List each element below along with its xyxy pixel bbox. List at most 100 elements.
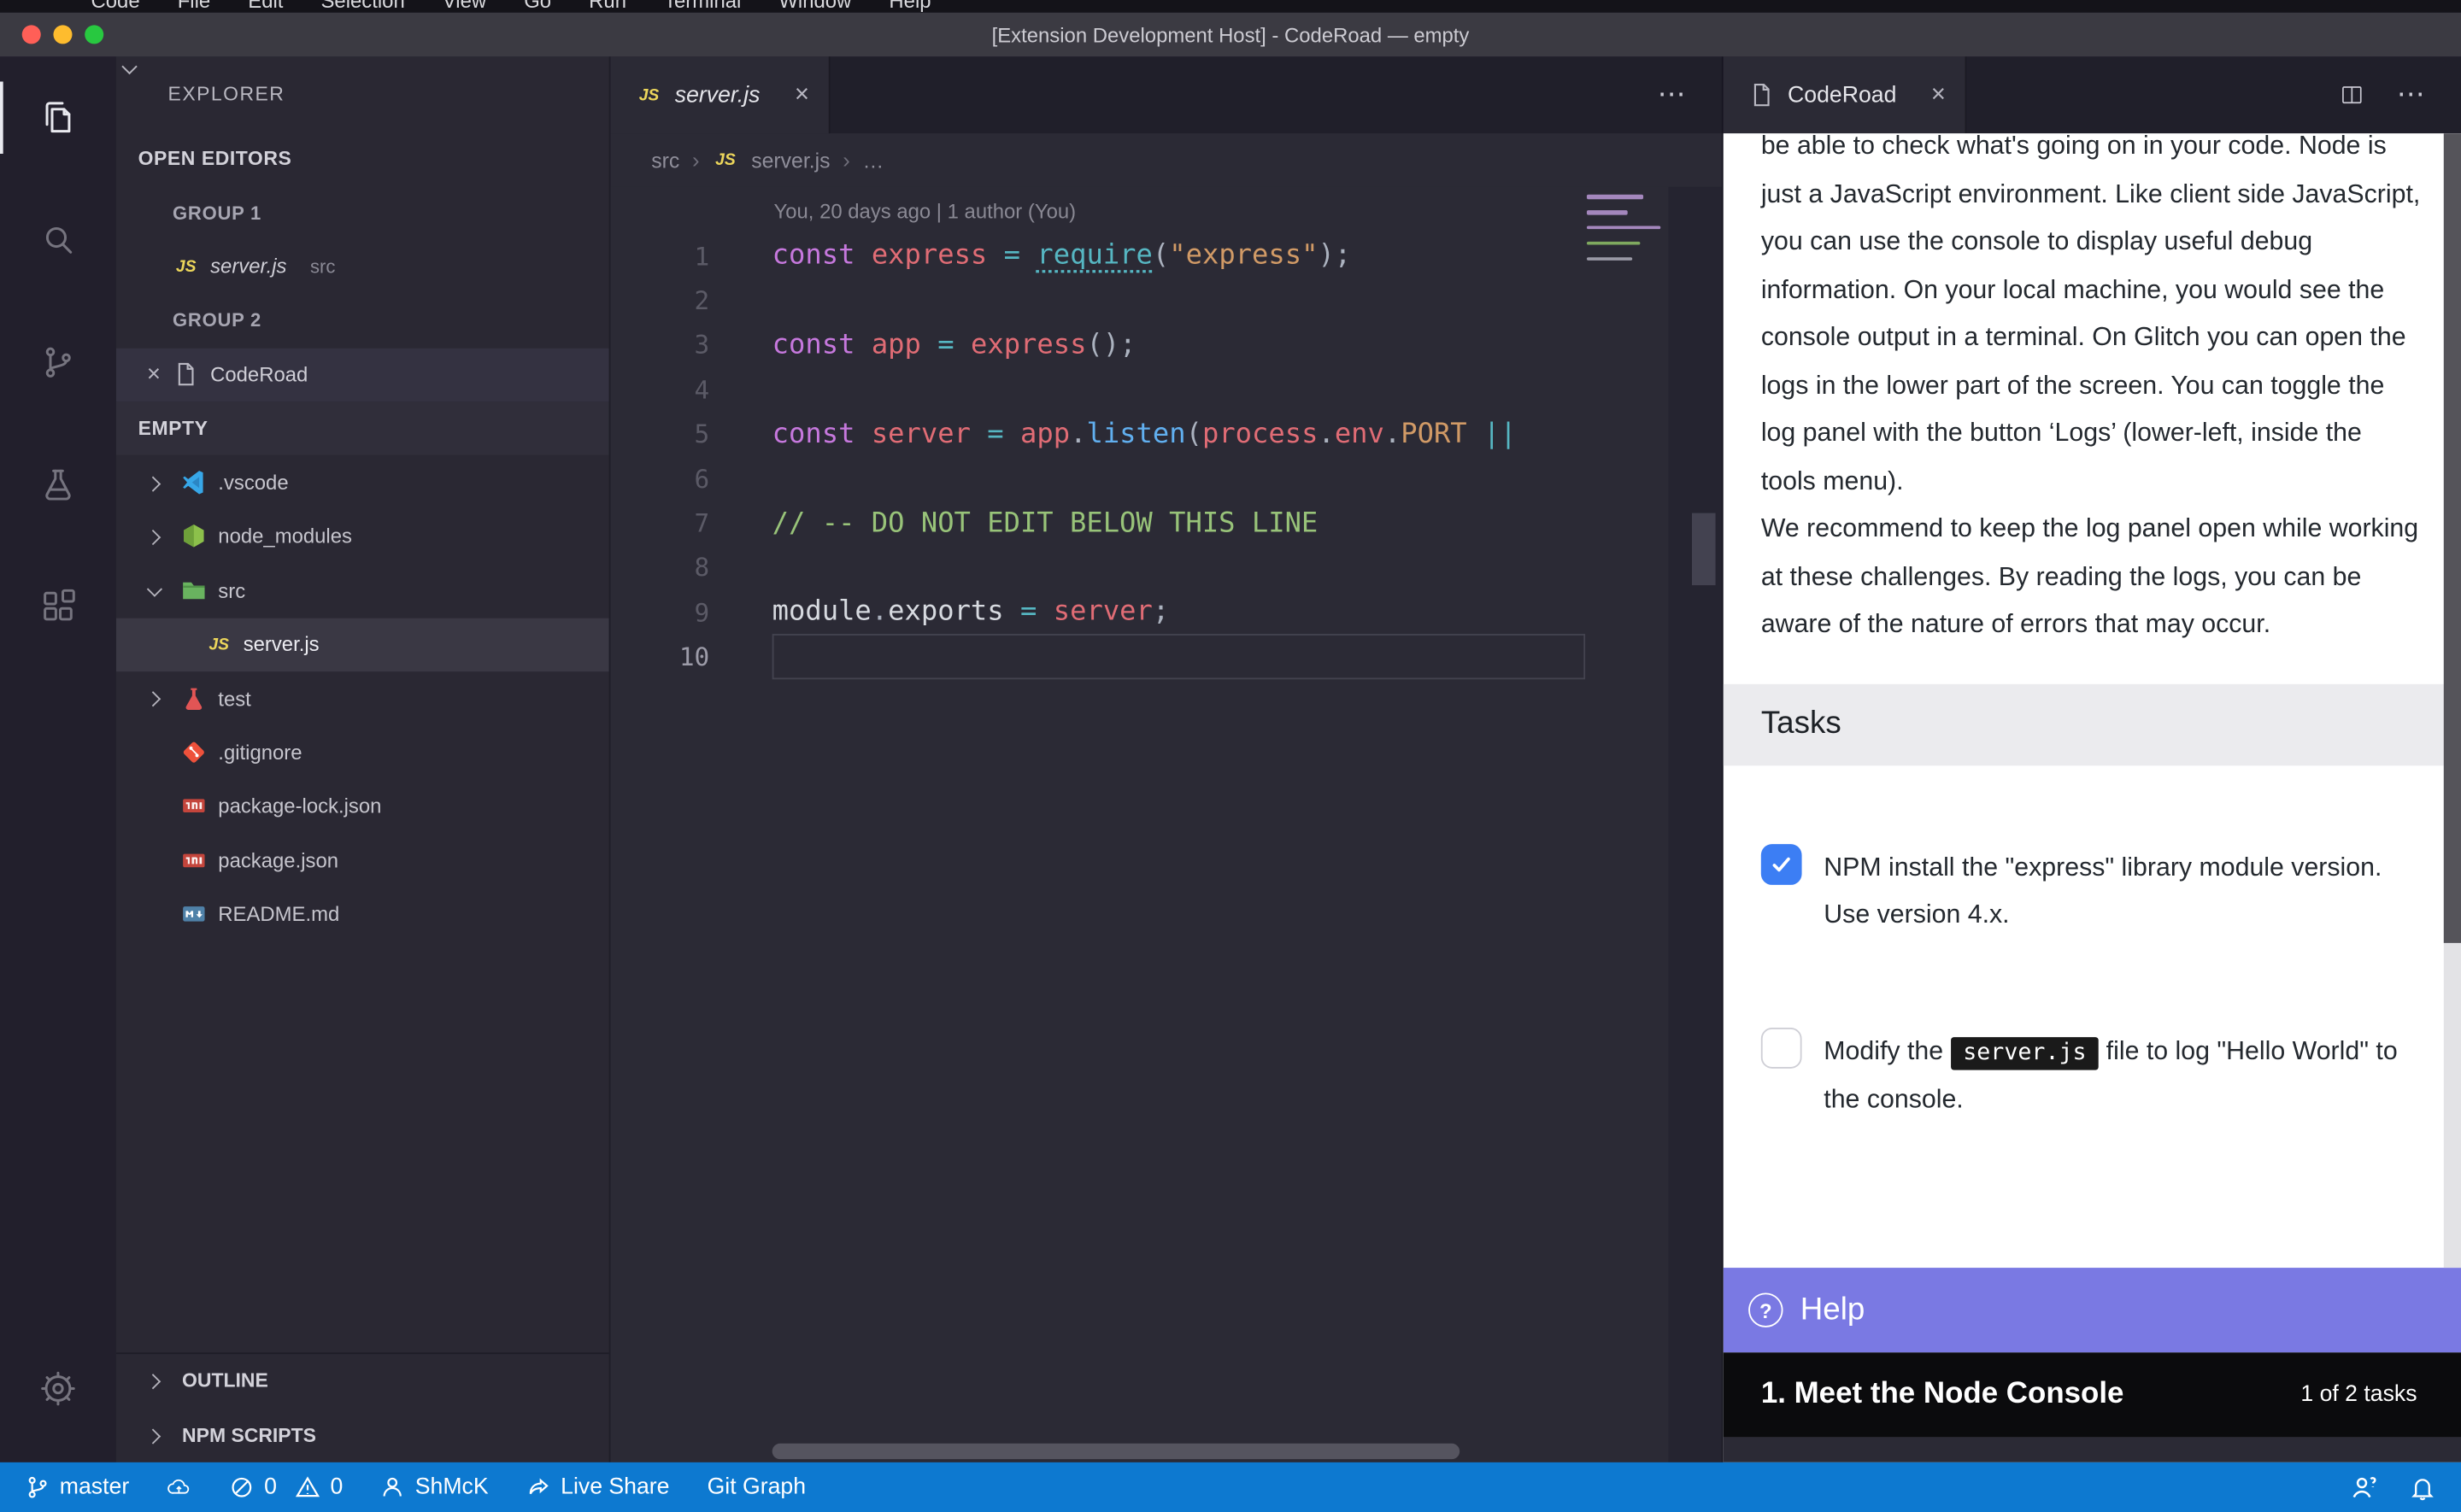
open-editor-item[interactable]: JSserver.jssrc bbox=[116, 240, 609, 294]
tree-item-.gitignore[interactable]: .gitignore bbox=[116, 725, 609, 779]
chevron-down-icon bbox=[122, 62, 135, 74]
code-line-6[interactable]: 6 bbox=[610, 456, 1721, 501]
code-line-7[interactable]: 7// -- DO NOT EDIT BELOW THIS LINE bbox=[610, 501, 1721, 546]
tab-server-js[interactable]: JS server.js × bbox=[610, 56, 829, 133]
menu-help[interactable]: Help bbox=[889, 0, 931, 13]
section-npm-scripts[interactable]: NPM SCRIPTS bbox=[116, 1409, 609, 1462]
close-icon[interactable]: × bbox=[795, 81, 809, 109]
task-checkbox[interactable] bbox=[1761, 1027, 1802, 1068]
menu-selection[interactable]: Selection bbox=[320, 0, 404, 13]
title-bar[interactable]: [Extension Development Host] - CodeRoad … bbox=[0, 13, 2461, 56]
status-branch[interactable]: master bbox=[25, 1475, 129, 1500]
status-live-share[interactable]: Live Share bbox=[526, 1475, 670, 1500]
status-git-graph[interactable]: Git Graph bbox=[708, 1475, 806, 1500]
cloud-upload-icon bbox=[167, 1475, 191, 1500]
webview-scrollbar[interactable] bbox=[2444, 133, 2461, 943]
code-line-3[interactable]: 3const app = express(); bbox=[610, 323, 1721, 367]
chevron-right-icon bbox=[148, 530, 161, 543]
more-actions-icon[interactable]: ⋯ bbox=[1658, 79, 1688, 112]
close-icon[interactable]: × bbox=[1931, 81, 1946, 109]
tree-item-src[interactable]: src bbox=[116, 564, 609, 618]
line-number[interactable]: 3 bbox=[610, 331, 709, 360]
vertical-scrollbar[interactable] bbox=[1692, 513, 1716, 585]
js-icon: JS bbox=[206, 631, 232, 658]
code-line-5[interactable]: 5const server = app.listen(process.env.P… bbox=[610, 412, 1721, 456]
line-number[interactable]: 4 bbox=[610, 375, 709, 405]
more-actions-icon[interactable]: ⋯ bbox=[2397, 79, 2427, 112]
zoom-window-button[interactable] bbox=[85, 25, 103, 44]
search-activity-button[interactable] bbox=[0, 179, 116, 301]
code-line-8[interactable]: 8 bbox=[610, 546, 1721, 590]
task-checkbox[interactable] bbox=[1761, 843, 1802, 884]
split-editor-icon[interactable] bbox=[2339, 82, 2365, 108]
tree-item-node-modules[interactable]: node_modules bbox=[116, 509, 609, 563]
line-number[interactable]: 10 bbox=[610, 642, 709, 672]
account-icon[interactable] bbox=[2350, 1474, 2378, 1502]
line-number[interactable]: 5 bbox=[610, 419, 709, 449]
menu-run[interactable]: Run bbox=[589, 0, 626, 13]
source-control-activity-button[interactable] bbox=[0, 302, 116, 424]
menu-edit[interactable]: Edit bbox=[248, 0, 283, 13]
manage-button[interactable] bbox=[0, 1327, 116, 1450]
live-share-icon bbox=[526, 1475, 551, 1500]
errors-icon bbox=[230, 1475, 255, 1500]
menu-window[interactable]: Window bbox=[778, 0, 851, 13]
menu-bar: Code File Edit Selection View Go Run Terminal Wi… bbox=[0, 0, 2461, 13]
gitlens-annotation[interactable]: You, 20 days ago | 1 author (You) bbox=[610, 187, 1721, 234]
code-line-1[interactable]: 1const express = require("express"); bbox=[610, 234, 1721, 278]
tree-item-package.json[interactable]: package.json bbox=[116, 833, 609, 887]
status-bar: master 00 ShMcK Live Share Git Graph bbox=[0, 1462, 2461, 1512]
code-line-2[interactable]: 2 bbox=[610, 278, 1721, 323]
line-number[interactable]: 2 bbox=[610, 285, 709, 315]
menu-terminal[interactable]: Terminal bbox=[664, 0, 741, 13]
bell-icon[interactable] bbox=[2409, 1474, 2435, 1501]
code-line-9[interactable]: 9module.exports = server; bbox=[610, 590, 1721, 635]
tree-item-test[interactable]: test bbox=[116, 671, 609, 725]
code-editor[interactable]: You, 20 days ago | 1 author (You) 1const… bbox=[610, 187, 1721, 1462]
line-number[interactable]: 9 bbox=[610, 597, 709, 627]
line-number[interactable]: 7 bbox=[610, 508, 709, 538]
line-number[interactable]: 6 bbox=[610, 464, 709, 494]
menu-code[interactable]: Code bbox=[91, 0, 140, 13]
lesson-paragraph: be able to check what's going on in your… bbox=[1761, 133, 2423, 505]
explorer-activity-button[interactable] bbox=[0, 56, 116, 179]
menu-go[interactable]: Go bbox=[524, 0, 551, 13]
breadcrumb-item[interactable]: src bbox=[651, 149, 679, 173]
tree-item-.vscode[interactable]: .vscode bbox=[116, 455, 609, 509]
file-label: node_modules bbox=[218, 525, 352, 548]
extensions-activity-button[interactable] bbox=[0, 546, 116, 668]
run-debug-activity-button[interactable] bbox=[0, 424, 116, 546]
tree-item-readme.md[interactable]: README.md bbox=[116, 888, 609, 941]
file-detail: src bbox=[310, 255, 335, 278]
line-number[interactable]: 1 bbox=[610, 241, 709, 271]
section-outline[interactable]: OUTLINE bbox=[116, 1355, 609, 1409]
open-editors-label: OPEN EDITORS bbox=[138, 148, 292, 170]
status-warnings[interactable]: 0 bbox=[296, 1475, 343, 1500]
minimize-window-button[interactable] bbox=[53, 25, 72, 44]
minimap[interactable] bbox=[1587, 191, 1665, 289]
tree-item-server.js[interactable]: JSserver.js bbox=[116, 618, 609, 671]
tree-item-package-lock.json[interactable]: package-lock.json bbox=[116, 779, 609, 833]
js-icon: JS bbox=[712, 147, 738, 173]
workspace-section-header[interactable]: EMPTY bbox=[116, 401, 609, 455]
menu-items: Code File Edit Selection View Go Run Terminal Wi… bbox=[91, 0, 969, 13]
menu-file[interactable]: File bbox=[178, 0, 210, 13]
status-user[interactable]: ShMcK bbox=[380, 1475, 488, 1500]
open-editor-item[interactable]: ×CodeRoad bbox=[116, 348, 609, 401]
horizontal-scrollbar[interactable] bbox=[772, 1444, 1460, 1459]
menu-view[interactable]: View bbox=[443, 0, 486, 13]
help-bar[interactable]: ? Help bbox=[1724, 1268, 2461, 1352]
close-icon[interactable]: × bbox=[141, 361, 166, 388]
breadcrumb-item[interactable]: server.js bbox=[751, 149, 830, 173]
open-editors-header[interactable]: OPEN EDITORS bbox=[116, 132, 609, 185]
lesson-text: be able to check what's going on in your… bbox=[1761, 133, 2423, 648]
line-number[interactable]: 8 bbox=[610, 553, 709, 583]
breadcrumb-item[interactable]: … bbox=[862, 149, 884, 173]
help-icon: ? bbox=[1748, 1292, 1783, 1327]
tab-coderoad[interactable]: CodeRoad × bbox=[1724, 56, 1966, 133]
breadcrumb[interactable]: src›JSserver.js›… bbox=[610, 133, 1721, 186]
close-window-button[interactable] bbox=[22, 25, 41, 44]
status-sync[interactable] bbox=[167, 1475, 191, 1500]
code-line-4[interactable]: 4 bbox=[610, 367, 1721, 412]
status-errors[interactable]: 0 bbox=[230, 1475, 277, 1500]
